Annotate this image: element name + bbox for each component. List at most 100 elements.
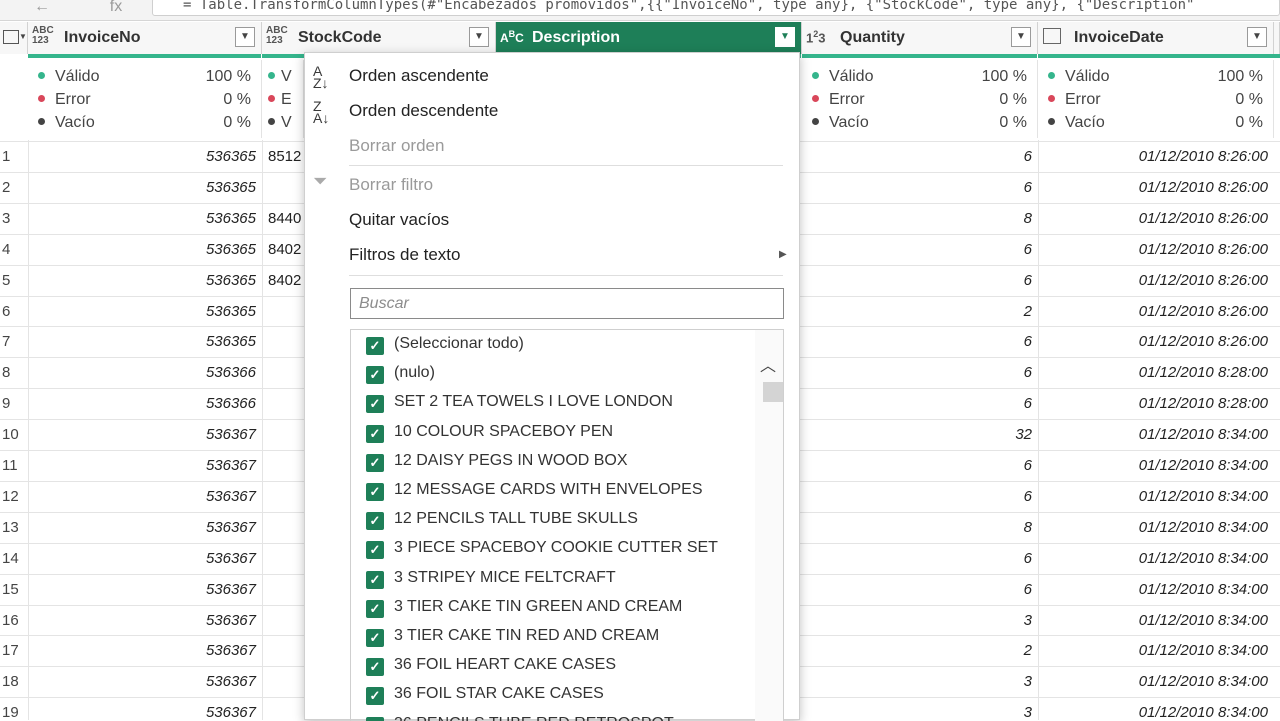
checkbox-checked-icon[interactable]: ✓ xyxy=(366,716,384,721)
checkbox-checked-icon[interactable]: ✓ xyxy=(366,599,384,618)
filter-list-item[interactable]: ✓ 10 COLOUR SPACEBOY PEN xyxy=(351,422,751,451)
column-header-invoiceno[interactable]: ABC 123 InvoiceNo ▼ xyxy=(28,22,262,54)
checkbox-checked-icon[interactable]: ✓ xyxy=(366,424,384,443)
back-icon[interactable]: ← xyxy=(30,0,54,18)
checkbox-checked-icon[interactable]: ✓ xyxy=(366,687,384,706)
cell-invoiceno[interactable]: 536365 xyxy=(28,179,256,196)
cell-quantity[interactable]: 6 xyxy=(806,581,1032,598)
cell-invoicedate[interactable]: 01/12/2010 8:28:00 xyxy=(1040,395,1268,412)
checkbox-checked-icon[interactable]: ✓ xyxy=(366,541,384,560)
cell-invoiceno[interactable]: 536365 xyxy=(28,303,256,320)
cell-invoicedate[interactable]: 01/12/2010 8:34:00 xyxy=(1040,488,1268,505)
cell-invoiceno[interactable]: 536365 xyxy=(28,272,256,289)
cell-invoicedate[interactable]: 01/12/2010 8:34:00 xyxy=(1040,581,1268,598)
cell-invoiceno[interactable]: 536367 xyxy=(28,519,256,536)
cell-invoicedate[interactable]: 01/12/2010 8:34:00 xyxy=(1040,519,1268,536)
cell-quantity[interactable]: 6 xyxy=(806,457,1032,474)
cell-invoicedate[interactable]: 01/12/2010 8:26:00 xyxy=(1040,272,1268,289)
cell-quantity[interactable]: 8 xyxy=(806,210,1032,227)
filter-dropdown-button[interactable]: ▼ xyxy=(775,27,795,47)
cell-invoiceno[interactable]: 536365 xyxy=(28,333,256,350)
cell-quantity[interactable]: 3 xyxy=(806,612,1032,629)
cell-quantity[interactable]: 6 xyxy=(806,488,1032,505)
cell-invoicedate[interactable]: 01/12/2010 8:34:00 xyxy=(1040,673,1268,690)
filter-list-item[interactable]: ✓ 3 TIER CAKE TIN GREEN AND CREAM xyxy=(351,597,751,626)
search-input[interactable]: Buscar xyxy=(350,288,784,319)
checkbox-checked-icon[interactable]: ✓ xyxy=(366,366,384,385)
cell-stockcode[interactable]: 8512 xyxy=(268,148,304,165)
cell-invoicedate[interactable]: 01/12/2010 8:26:00 xyxy=(1040,179,1268,196)
list-scrollbar[interactable]: ︿ xyxy=(755,330,783,721)
filter-list-item[interactable]: ✓ (nulo) xyxy=(351,363,751,392)
cell-invoicedate[interactable]: 01/12/2010 8:34:00 xyxy=(1040,426,1268,443)
cell-invoicedate[interactable]: 01/12/2010 8:34:00 xyxy=(1040,704,1268,721)
column-header-invoicedate[interactable]: InvoiceDate ▼ xyxy=(1038,22,1274,54)
fx-icon[interactable]: fx xyxy=(104,0,128,18)
menu-item-clear-sort[interactable]: Borrar orden xyxy=(349,136,444,156)
cell-invoiceno[interactable]: 536367 xyxy=(28,550,256,567)
cell-stockcode[interactable]: 8440 xyxy=(268,210,304,227)
cell-invoiceno[interactable]: 536367 xyxy=(28,704,256,721)
cell-quantity[interactable]: 32 xyxy=(806,426,1032,443)
cell-invoiceno[interactable]: 536365 xyxy=(28,241,256,258)
cell-invoiceno[interactable]: 536367 xyxy=(28,488,256,505)
checkbox-checked-icon[interactable]: ✓ xyxy=(366,337,384,355)
scrollbar-thumb[interactable] xyxy=(763,382,783,402)
cell-stockcode[interactable]: 8402 xyxy=(268,241,304,258)
menu-item-clear-filter[interactable]: Borrar filtro xyxy=(349,175,433,195)
cell-invoicedate[interactable]: 01/12/2010 8:26:00 xyxy=(1040,303,1268,320)
filter-dropdown-button[interactable]: ▼ xyxy=(1011,27,1031,47)
menu-item-text-filters[interactable]: Filtros de texto xyxy=(349,245,461,265)
checkbox-checked-icon[interactable]: ✓ xyxy=(366,512,384,531)
cell-invoiceno[interactable]: 536365 xyxy=(28,210,256,227)
cell-invoiceno[interactable]: 536367 xyxy=(28,642,256,659)
filter-list-item[interactable]: ✓ 36 FOIL HEART CAKE CASES xyxy=(351,655,751,684)
cell-stockcode[interactable]: 8402 xyxy=(268,272,304,289)
menu-item-sort-ascending[interactable]: Orden ascendente xyxy=(349,66,489,86)
table-menu-button[interactable]: ▼ xyxy=(0,22,28,54)
checkbox-checked-icon[interactable]: ✓ xyxy=(366,395,384,414)
cell-invoiceno[interactable]: 536367 xyxy=(28,612,256,629)
cell-invoiceno[interactable]: 536366 xyxy=(28,364,256,381)
cell-invoicedate[interactable]: 01/12/2010 8:34:00 xyxy=(1040,612,1268,629)
cell-quantity[interactable]: 6 xyxy=(806,148,1032,165)
menu-item-remove-empty[interactable]: Quitar vacíos xyxy=(349,210,449,230)
column-header-description[interactable]: ABC Description ▼ xyxy=(496,22,802,54)
cell-invoiceno[interactable]: 536367 xyxy=(28,673,256,690)
filter-list-item[interactable]: ✓ 36 FOIL STAR CAKE CASES xyxy=(351,684,751,713)
cell-quantity[interactable]: 3 xyxy=(806,673,1032,690)
filter-list-item[interactable]: ✓ 12 MESSAGE CARDS WITH ENVELOPES xyxy=(351,480,751,509)
filter-list-item[interactable]: ✓ 12 DAISY PEGS IN WOOD BOX xyxy=(351,451,751,480)
cell-invoicedate[interactable]: 01/12/2010 8:34:00 xyxy=(1040,642,1268,659)
cell-invoiceno[interactable]: 536367 xyxy=(28,457,256,474)
cell-quantity[interactable]: 3 xyxy=(806,704,1032,721)
cell-invoicedate[interactable]: 01/12/2010 8:28:00 xyxy=(1040,364,1268,381)
filter-list-item[interactable]: ✓ 3 STRIPEY MICE FELTCRAFT xyxy=(351,568,751,597)
column-header-stockcode[interactable]: ABC 123 StockCode ▼ xyxy=(262,22,496,54)
cell-quantity[interactable]: 6 xyxy=(806,241,1032,258)
cell-invoiceno[interactable]: 536367 xyxy=(28,581,256,598)
cell-invoicedate[interactable]: 01/12/2010 8:26:00 xyxy=(1040,333,1268,350)
cell-quantity[interactable]: 6 xyxy=(806,333,1032,350)
checkbox-checked-icon[interactable]: ✓ xyxy=(366,453,384,472)
cell-quantity[interactable]: 6 xyxy=(806,179,1032,196)
menu-item-sort-descending[interactable]: Orden descendente xyxy=(349,101,498,121)
cell-invoicedate[interactable]: 01/12/2010 8:26:00 xyxy=(1040,210,1268,227)
filter-list-item[interactable]: ✓ 3 PIECE SPACEBOY COOKIE CUTTER SET xyxy=(351,538,751,567)
cell-invoicedate[interactable]: 01/12/2010 8:34:00 xyxy=(1040,550,1268,567)
filter-list-item[interactable]: ✓ SET 2 TEA TOWELS I LOVE LONDON xyxy=(351,392,751,421)
checkbox-checked-icon[interactable]: ✓ xyxy=(366,658,384,677)
cell-invoicedate[interactable]: 01/12/2010 8:34:00 xyxy=(1040,457,1268,474)
checkbox-checked-icon[interactable]: ✓ xyxy=(366,570,384,589)
filter-list-item[interactable]: ✓ 12 PENCILS TALL TUBE SKULLS xyxy=(351,509,751,538)
cell-invoiceno[interactable]: 536365 xyxy=(28,148,256,165)
cell-quantity[interactable]: 6 xyxy=(806,395,1032,412)
cell-quantity[interactable]: 2 xyxy=(806,642,1032,659)
cell-invoicedate[interactable]: 01/12/2010 8:26:00 xyxy=(1040,148,1268,165)
filter-list-item[interactable]: ✓ (Seleccionar todo) xyxy=(351,334,751,363)
cell-quantity[interactable]: 6 xyxy=(806,364,1032,381)
checkbox-checked-icon[interactable]: ✓ xyxy=(366,629,384,647)
cell-invoiceno[interactable]: 536367 xyxy=(28,426,256,443)
filter-dropdown-button[interactable]: ▼ xyxy=(469,27,489,47)
cell-invoiceno[interactable]: 536366 xyxy=(28,395,256,412)
